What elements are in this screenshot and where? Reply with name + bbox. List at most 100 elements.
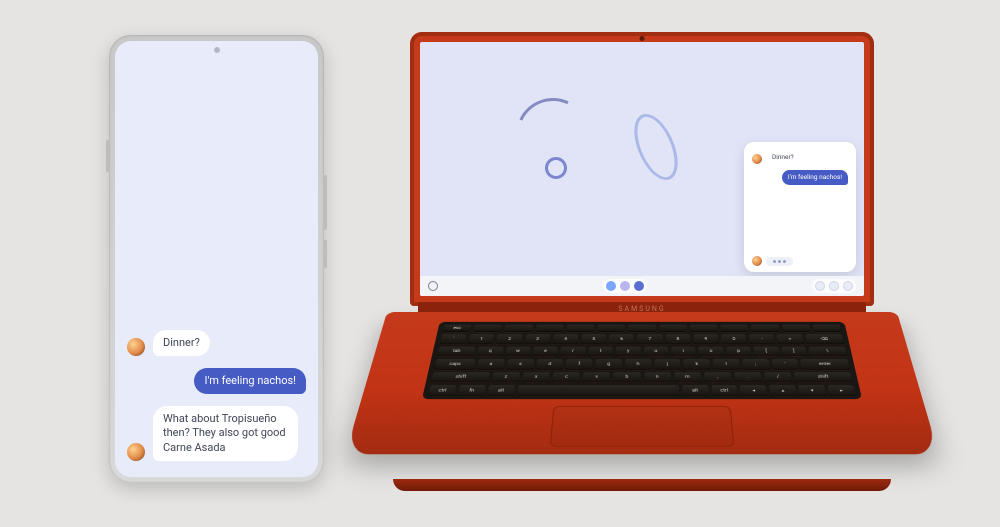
wallpaper-doodle-bean: [626, 111, 686, 183]
key[interactable]: ▴: [769, 385, 797, 396]
key[interactable]: 3: [524, 334, 550, 344]
key[interactable]: ctrl: [428, 385, 456, 396]
key[interactable]: u: [644, 346, 669, 356]
key[interactable]: d: [536, 359, 563, 370]
app-icon[interactable]: [634, 281, 644, 291]
key[interactable]: j: [654, 359, 681, 370]
key[interactable]: 9: [693, 334, 719, 344]
chat-icon[interactable]: [815, 281, 825, 291]
key[interactable]: alt: [487, 385, 515, 396]
key[interactable]: 1: [468, 334, 495, 344]
keyboard[interactable]: esc `1234567890-=⌫ tabqwertyuiop[]\ caps…: [422, 322, 862, 399]
key[interactable]: m: [674, 372, 702, 383]
key[interactable]: 2: [496, 334, 522, 344]
app-icon[interactable]: [606, 281, 616, 291]
key[interactable]: [659, 325, 687, 332]
launcher-icon[interactable]: [428, 281, 438, 291]
desktop-message[interactable]: Dinner?: [752, 150, 848, 164]
key[interactable]: s: [506, 359, 534, 370]
key[interactable]: tab: [437, 346, 476, 356]
phone-message[interactable]: Dinner?: [127, 330, 306, 356]
key[interactable]: [812, 325, 841, 332]
key[interactable]: [720, 325, 748, 332]
key[interactable]: -: [749, 334, 775, 344]
phone-message[interactable]: I'm feeling nachos!: [127, 368, 306, 394]
key[interactable]: z: [491, 372, 520, 383]
key[interactable]: [628, 325, 656, 332]
key[interactable]: ,: [704, 372, 732, 383]
webcam: [640, 36, 645, 41]
key[interactable]: `: [440, 334, 467, 344]
key[interactable]: enter: [800, 359, 849, 370]
key[interactable]: \: [808, 346, 847, 356]
key[interactable]: h: [625, 359, 651, 370]
key[interactable]: v: [583, 372, 611, 383]
key[interactable]: f: [566, 359, 593, 370]
key[interactable]: [782, 325, 811, 332]
key[interactable]: ]: [781, 346, 807, 356]
key[interactable]: c: [552, 372, 580, 383]
key[interactable]: o: [698, 346, 723, 356]
key[interactable]: [751, 325, 780, 332]
key[interactable]: n: [644, 372, 671, 383]
key[interactable]: [517, 385, 679, 396]
key[interactable]: i: [671, 346, 696, 356]
key[interactable]: w: [505, 346, 531, 356]
clock-icon[interactable]: [843, 281, 853, 291]
key[interactable]: p: [726, 346, 752, 356]
shelf-status-area[interactable]: [812, 279, 856, 293]
pen-icon[interactable]: [829, 281, 839, 291]
key[interactable]: 4: [553, 334, 579, 344]
app-icon[interactable]: [620, 281, 630, 291]
key[interactable]: /: [764, 372, 793, 383]
key[interactable]: a: [477, 359, 505, 370]
key[interactable]: x: [522, 372, 550, 383]
key[interactable]: ▸: [827, 385, 855, 396]
key[interactable]: =: [777, 334, 804, 344]
key[interactable]: alt: [682, 385, 709, 396]
key[interactable]: 0: [721, 334, 747, 344]
key[interactable]: y: [616, 346, 641, 356]
key[interactable]: ⌫: [805, 334, 844, 344]
key[interactable]: q: [477, 346, 503, 356]
touchpad[interactable]: [550, 406, 735, 447]
key[interactable]: caps: [434, 359, 476, 370]
key[interactable]: [: [753, 346, 779, 356]
key[interactable]: ▾: [798, 385, 826, 396]
key[interactable]: [535, 325, 563, 332]
key[interactable]: shift: [794, 372, 853, 383]
key[interactable]: e: [533, 346, 559, 356]
key[interactable]: .: [734, 372, 762, 383]
message-bubble-in: Dinner?: [153, 330, 210, 356]
key[interactable]: t: [588, 346, 613, 356]
desktop-message[interactable]: I'm feeling nachos!: [752, 170, 848, 184]
key[interactable]: ': [771, 359, 799, 370]
key[interactable]: ;: [742, 359, 770, 370]
message-bubble-out: I'm feeling nachos!: [194, 368, 306, 394]
key[interactable]: 7: [637, 334, 662, 344]
avatar: [127, 338, 145, 356]
key[interactable]: l: [713, 359, 740, 370]
wallpaper-doodle-circle: [545, 157, 567, 179]
phone-message[interactable]: What about Tropisueño then? They also go…: [127, 406, 306, 461]
key[interactable]: b: [613, 372, 640, 383]
key[interactable]: [504, 325, 533, 332]
key[interactable]: 8: [665, 334, 690, 344]
key[interactable]: [473, 325, 502, 332]
key[interactable]: fn: [458, 385, 486, 396]
desktop-chat-window[interactable]: Dinner? I'm feeling nachos!: [744, 142, 856, 272]
key[interactable]: [597, 325, 625, 332]
key[interactable]: [566, 325, 594, 332]
key[interactable]: shift: [431, 372, 490, 383]
key[interactable]: ctrl: [711, 385, 738, 396]
key[interactable]: r: [560, 346, 585, 356]
key[interactable]: ◂: [740, 385, 767, 396]
key[interactable]: 5: [581, 334, 606, 344]
key[interactable]: k: [684, 359, 711, 370]
key[interactable]: 6: [609, 334, 634, 344]
phone-screen: Dinner? I'm feeling nachos! What about T…: [115, 41, 318, 477]
key[interactable]: esc: [443, 325, 472, 332]
key[interactable]: g: [595, 359, 622, 370]
key[interactable]: [690, 325, 718, 332]
laptop-deck: esc `1234567890-=⌫ tabqwertyuiop[]\ caps…: [345, 312, 938, 454]
